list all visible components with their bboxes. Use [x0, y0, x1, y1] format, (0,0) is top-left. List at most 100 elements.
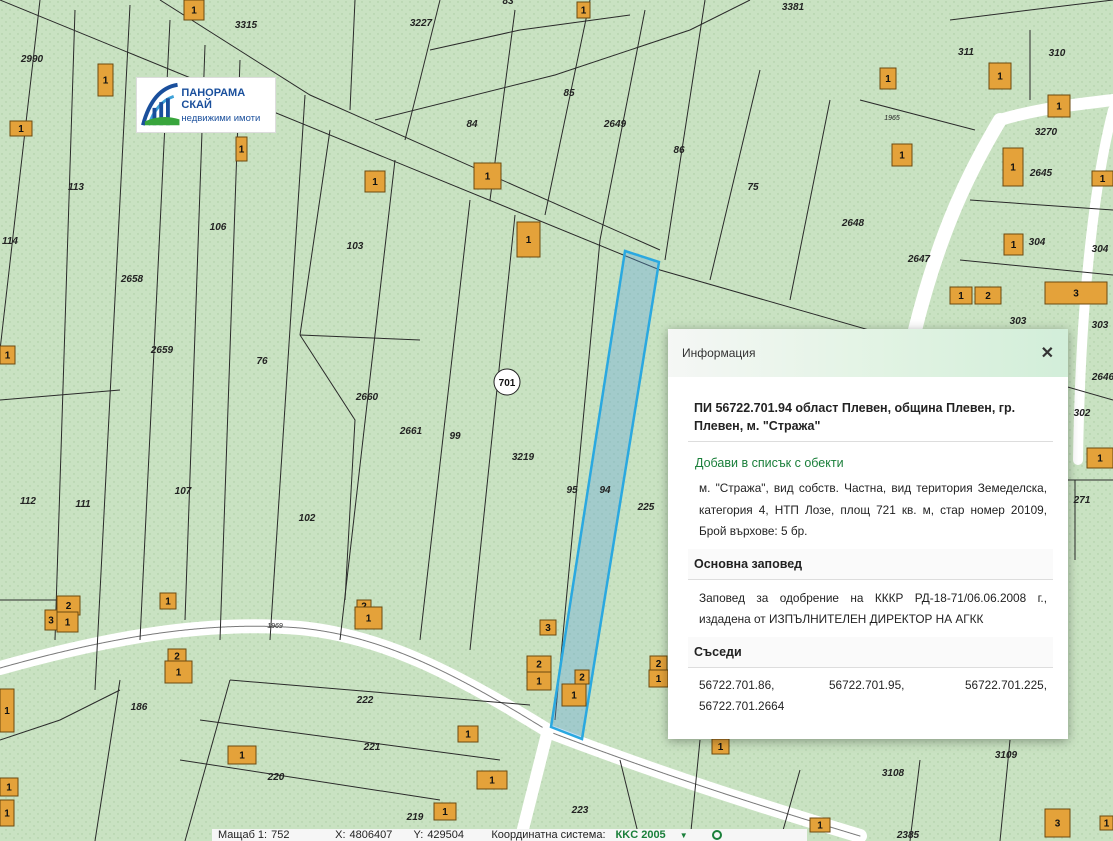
parcel-label: 86	[673, 145, 685, 156]
parcel-label: 2649	[603, 119, 627, 130]
svg-text:1: 1	[5, 351, 11, 362]
svg-text:1: 1	[18, 124, 24, 135]
parcel-label: 2659	[150, 345, 174, 356]
parcel-label: 304	[1092, 244, 1109, 255]
parcel-label: 1965	[884, 115, 900, 122]
parcel-label: 103	[347, 241, 364, 252]
parcel-label: 111	[75, 499, 91, 510]
add-to-list-link[interactable]: Добави в списък с обекти	[695, 456, 1053, 470]
building: 1	[648, 669, 669, 688]
building: 1	[159, 592, 177, 610]
svg-text:1: 1	[103, 76, 109, 87]
building: 2	[974, 286, 1002, 305]
svg-text:1: 1	[372, 177, 378, 188]
building: 1	[1003, 233, 1024, 256]
neighbor-link[interactable]: 56722.701.86,	[699, 678, 829, 692]
building: 1	[1047, 94, 1071, 118]
search-icon[interactable]	[711, 830, 722, 840]
svg-text:3: 3	[1073, 289, 1079, 300]
svg-text:1: 1	[571, 691, 577, 702]
x-label: X:	[335, 829, 346, 841]
building: 1	[476, 770, 508, 790]
parcel-label: 107	[175, 486, 192, 497]
parcel-label: 76	[256, 356, 268, 367]
coord-system-select[interactable]: КKC 2005	[616, 829, 666, 841]
y-value: 429504	[427, 829, 465, 841]
parcel-label: 2646	[1091, 372, 1113, 383]
svg-text:1: 1	[485, 172, 491, 183]
parcel-label: 3109	[995, 750, 1018, 761]
chevron-down-icon[interactable]: ▼	[680, 831, 688, 840]
building: 1	[56, 611, 79, 633]
building: 1	[0, 345, 16, 365]
parcel-label: 3381	[782, 2, 805, 13]
neighbor-link[interactable]: 56722.701.225,	[959, 678, 1047, 692]
popup-header: Информация ✕	[668, 329, 1068, 377]
parcel-label: 3108	[882, 768, 905, 779]
coord-system-label: Координатна система:	[491, 829, 606, 841]
parcel-label: 3270	[1035, 127, 1058, 138]
building: 1	[809, 817, 831, 833]
parcel-label: 113	[68, 182, 84, 193]
neighbor-link[interactable]: 56722.701.2664	[699, 699, 829, 713]
svg-text:1: 1	[817, 821, 823, 832]
building: 1	[1002, 147, 1024, 187]
logo-title: ПАНОРАМА СКАЙ	[181, 86, 246, 111]
parcel-label: 225	[637, 502, 655, 513]
y-label: Y:	[413, 829, 424, 841]
parcel-label: 186	[131, 702, 148, 713]
close-icon[interactable]: ✕	[1041, 343, 1054, 363]
svg-text:2: 2	[536, 660, 542, 671]
building: 3	[44, 609, 58, 631]
svg-text:1: 1	[65, 618, 71, 629]
scale-value[interactable]: 752	[271, 829, 325, 841]
parcel-label: 311	[958, 47, 974, 58]
building: 1	[457, 725, 479, 743]
building: 1	[473, 162, 502, 190]
building: 1	[0, 777, 19, 797]
parcel-label: 303	[1092, 320, 1109, 331]
parcel-label: 2647	[907, 254, 931, 265]
parcel-description: м. "Стража", вид собств. Частна, вид тер…	[699, 481, 1047, 538]
logo-icon	[141, 82, 180, 126]
svg-text:3: 3	[545, 623, 551, 634]
svg-text:1: 1	[899, 151, 905, 162]
building: 2	[649, 655, 668, 672]
svg-text:1: 1	[997, 72, 1003, 83]
building: 1	[1099, 815, 1113, 831]
svg-text:3: 3	[1055, 819, 1061, 830]
company-logo: ПАНОРАМА СКАЙ недвижими имоти	[136, 77, 276, 133]
neighbors-list: 56722.701.86, 56722.701.95, 56722.701.22…	[688, 668, 1053, 719]
svg-text:2: 2	[985, 291, 991, 302]
parcel-label: 85	[563, 88, 575, 99]
svg-text:1: 1	[6, 783, 12, 794]
svg-text:1: 1	[465, 730, 471, 741]
svg-text:1: 1	[489, 776, 495, 787]
parcel-label: 219	[406, 812, 424, 823]
parcel-label: 95	[566, 485, 578, 496]
svg-text:1: 1	[1097, 454, 1103, 465]
parcel-label: 84	[466, 119, 478, 130]
svg-text:1: 1	[165, 597, 171, 608]
building: 2	[526, 655, 552, 673]
parcel-label: 304	[1029, 237, 1046, 248]
parcel-label: 102	[299, 513, 316, 524]
parcel-label: 75	[747, 182, 759, 193]
svg-text:1: 1	[442, 807, 448, 818]
building: 3	[1044, 808, 1071, 838]
parcel-label: 271	[1073, 495, 1091, 506]
building: 1	[0, 799, 15, 827]
parcel-label: 302	[1074, 408, 1091, 419]
building: 1	[576, 1, 591, 19]
building: 1	[9, 120, 33, 137]
building: 1	[183, 0, 205, 21]
parcel-label: 114	[2, 236, 18, 247]
svg-text:701: 701	[499, 378, 516, 389]
neighbor-link[interactable]: 56722.701.95,	[829, 678, 959, 692]
parcel-label: 2660	[355, 392, 379, 403]
building: 1	[164, 660, 193, 684]
building: 1	[949, 286, 973, 305]
svg-text:1: 1	[239, 751, 245, 762]
building: 1	[561, 683, 587, 707]
parcel-label: 83	[502, 0, 514, 7]
